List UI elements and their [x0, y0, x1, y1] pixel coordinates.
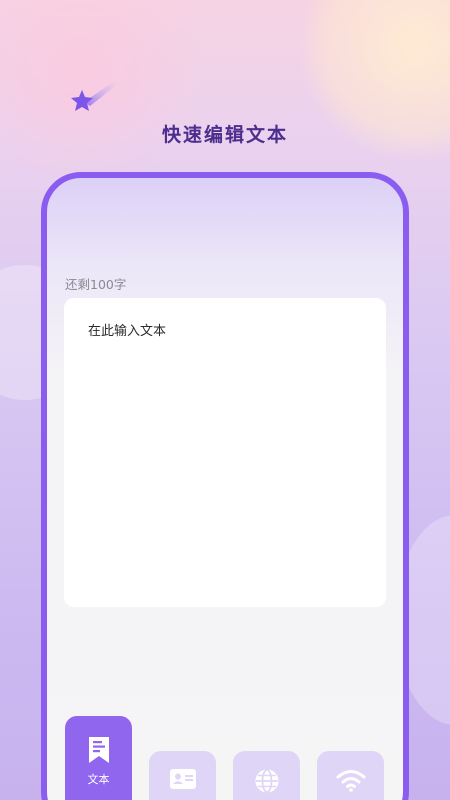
- remaining-count: 还剩100字: [65, 277, 127, 292]
- globe-icon: [254, 768, 280, 798]
- text-card: [64, 298, 386, 607]
- tab-text-label: 文本: [87, 773, 110, 786]
- shooting-star-icon: [68, 76, 120, 116]
- phone-frame: 还剩100字 文本: [41, 172, 409, 800]
- tab-id-card[interactable]: [149, 751, 216, 800]
- app-screen: 快速编辑文本 还剩100字 文本: [0, 0, 450, 800]
- tab-web[interactable]: [233, 751, 300, 800]
- id-card-icon: [169, 768, 197, 794]
- bookmark-text-icon: [88, 736, 110, 768]
- tab-text[interactable]: 文本: [65, 716, 132, 800]
- wifi-icon: [336, 768, 366, 796]
- tab-wifi[interactable]: [317, 751, 384, 800]
- page-title: 快速编辑文本: [161, 124, 288, 146]
- text-input[interactable]: [64, 298, 386, 607]
